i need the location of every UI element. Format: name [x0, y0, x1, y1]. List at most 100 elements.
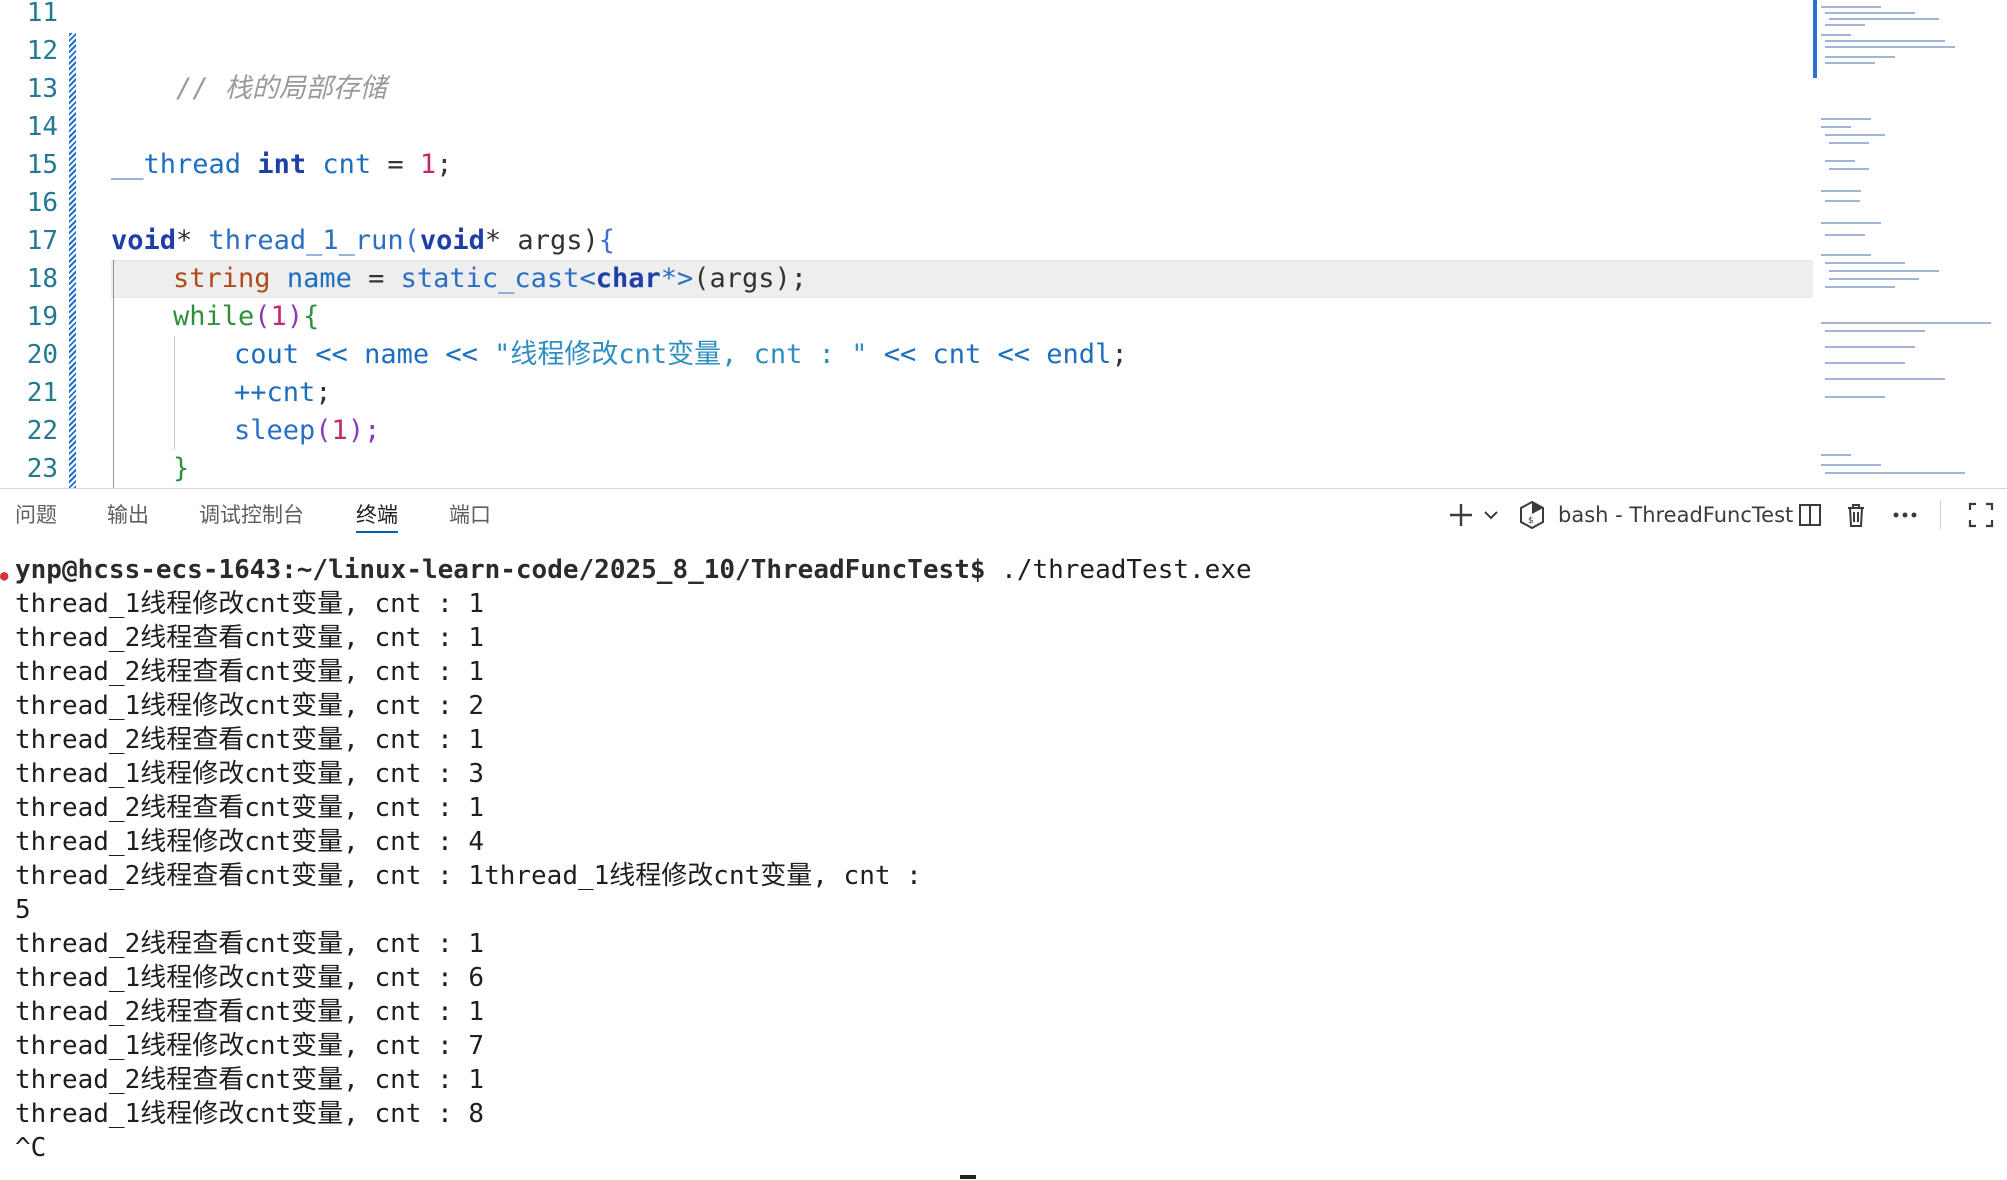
code-token: ) — [286, 301, 304, 332]
modified-lines-indicator[interactable] — [69, 33, 76, 488]
trash-icon[interactable] — [1842, 499, 1870, 531]
code-token: 1 — [331, 415, 348, 446]
code-line-18[interactable]: string name = static_cast<char*>(args); — [173, 260, 807, 298]
code-line-17[interactable]: void* thread_1_run(void* args){ — [111, 222, 615, 260]
code-token: 1 — [270, 301, 287, 332]
line-number-gutter: 11 12 13 14 15 16 17 18 19 20 21 22 23 — [0, 0, 72, 488]
terminal-line: thread_1线程修改cnt变量, cnt : 4 — [15, 827, 485, 857]
line-number: 18 — [26, 264, 58, 294]
code-line-21[interactable]: ++cnt; — [234, 374, 332, 412]
code-token: char — [595, 263, 661, 294]
code-token: name — [364, 339, 430, 370]
indent-guide — [113, 260, 114, 488]
line-number: 14 — [26, 112, 58, 142]
code-token: int — [257, 149, 307, 180]
indent-guide — [174, 336, 175, 450]
line-number: 13 — [26, 74, 58, 104]
code-token: string — [173, 263, 271, 294]
terminal-line: thread_1线程修改cnt变量, cnt : 1 — [15, 589, 485, 619]
terminal-line: 5 — [15, 895, 31, 925]
toolbar-divider — [1940, 501, 1941, 529]
code-token: (args); — [693, 263, 808, 294]
terminal-line: thread_2线程查看cnt变量, cnt : 1 — [15, 929, 485, 959]
code-token: void — [111, 225, 177, 256]
code-line-22[interactable]: sleep(1); — [234, 412, 380, 450]
code-token: ; — [315, 377, 332, 408]
terminal-line: thread_1线程修改cnt变量, cnt : 3 — [15, 759, 485, 789]
code-token: 1 — [419, 149, 437, 180]
line-number: 21 — [26, 378, 58, 408]
terminal-prompt: ynp@hcss-ecs-1643:~/linux-learn-code/202… — [15, 555, 986, 585]
terminal-line: thread_2线程查看cnt变量, cnt : 1 — [15, 793, 485, 823]
code-token: << — [299, 339, 365, 370]
code-token: { — [598, 225, 615, 256]
code-token: __thread — [111, 149, 258, 180]
code-token: thread_1_run — [208, 225, 404, 256]
command-status-icon: ● — [0, 568, 9, 584]
code-token: ( — [254, 301, 271, 332]
code-line-15[interactable]: __thread int cnt = 1; — [111, 146, 452, 184]
code-token: = — [371, 149, 420, 180]
code-token: } — [173, 453, 190, 484]
code-token: << — [981, 339, 1047, 370]
line-number: 11 — [26, 0, 58, 28]
split-icon[interactable] — [1796, 499, 1824, 531]
terminal-line: thread_1线程修改cnt变量, cnt : 2 — [15, 691, 485, 721]
code-token: sleep — [234, 415, 316, 446]
line-number: 22 — [26, 416, 58, 446]
code-token: ++ — [234, 377, 267, 408]
maximize-icon[interactable] — [1966, 499, 1996, 531]
tab-ports[interactable]: 端口 — [449, 489, 491, 541]
code-token: cnt — [322, 149, 372, 180]
code-token: *> — [660, 263, 694, 294]
terminal-line: thread_1线程修改cnt变量, cnt : 7 — [15, 1031, 485, 1061]
code-editor[interactable]: 11 12 13 14 15 16 17 18 19 20 21 22 23 /… — [0, 0, 2007, 488]
tab-terminal[interactable]: 终端 — [356, 489, 398, 541]
code-token: * — [176, 225, 209, 256]
tab-debug-console[interactable]: 调试控制台 — [199, 489, 304, 541]
terminal-line: ^C — [15, 1133, 47, 1163]
terminal-bash-icon: $ — [1518, 499, 1546, 531]
code-token: cout — [234, 339, 300, 370]
code-line-23[interactable]: } — [173, 450, 189, 488]
code-comment: // 栈的局部存储 — [176, 73, 387, 104]
ellipsis-icon[interactable] — [1890, 499, 1920, 531]
terminal-line: thread_1线程修改cnt变量, cnt : 8 — [15, 1099, 485, 1129]
minimap-slider[interactable] — [1813, 0, 1817, 78]
terminal-prompt-line: ynp@hcss-ecs-1643:~/linux-learn-code/202… — [15, 553, 1252, 587]
terminal-line: thread_2线程查看cnt变量, cnt : 1 — [15, 1065, 485, 1095]
terminal-cursor — [960, 1175, 976, 1179]
panel-tab-bar: 问题 输出 调试控制台 终端 端口 $ bash - ThreadFuncTes… — [0, 489, 2007, 541]
terminal-line: thread_2线程查看cnt变量, cnt : 1thread_1线程修改cn… — [15, 861, 922, 891]
code-token: cnt — [266, 377, 316, 408]
code-token: << — [429, 339, 495, 370]
terminal-name-label[interactable]: bash - ThreadFuncTest — [1558, 499, 1793, 531]
terminal-line: thread_2线程查看cnt变量, cnt : 1 — [15, 997, 485, 1027]
code-token: ( — [403, 225, 420, 256]
line-number: 20 — [26, 340, 58, 370]
code-token: ); — [347, 415, 381, 446]
code-line-19[interactable]: while(1){ — [173, 298, 319, 336]
code-token: name — [286, 263, 352, 294]
code-token: = — [351, 263, 401, 294]
line-number: 15 — [26, 150, 58, 180]
code-line-12[interactable]: // 栈的局部存储 — [111, 32, 387, 104]
plus-icon[interactable] — [1446, 499, 1476, 531]
svg-text:$: $ — [1528, 516, 1534, 526]
line-number: 17 — [26, 226, 58, 256]
code-token: << — [867, 339, 933, 370]
code-token: void — [419, 225, 485, 256]
code-token: ; — [436, 149, 453, 180]
line-number: 16 — [26, 188, 58, 218]
terminal-output[interactable]: ● ynp@hcss-ecs-1643:~/linux-learn-code/2… — [0, 551, 2007, 1171]
tab-problems[interactable]: 问题 — [15, 489, 57, 541]
code-token: static_cast — [400, 263, 580, 294]
code-line-20[interactable]: cout << name << "线程修改cnt变量, cnt : " << c… — [234, 336, 1128, 374]
minimap[interactable] — [1813, 0, 2007, 488]
line-number: 23 — [26, 454, 58, 484]
tab-output[interactable]: 输出 — [107, 489, 149, 541]
chevron-down-icon[interactable] — [1482, 499, 1500, 531]
terminal-line: thread_1线程修改cnt变量, cnt : 6 — [15, 963, 485, 993]
code-token: while — [173, 301, 255, 332]
